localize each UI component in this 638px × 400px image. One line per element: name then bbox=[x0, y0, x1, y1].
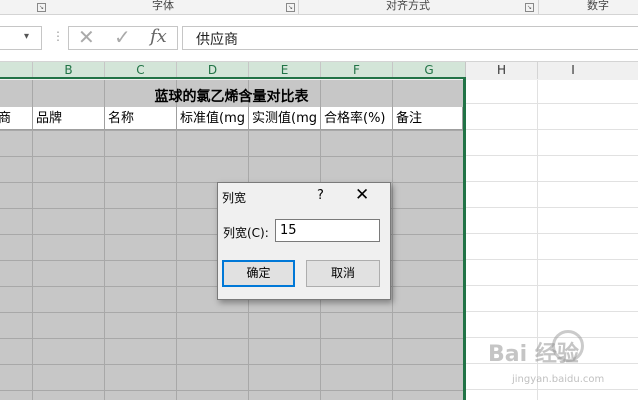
gridline-horizontal bbox=[0, 338, 463, 339]
header-cell-text: 名称 bbox=[108, 111, 135, 126]
gridline-horizontal bbox=[466, 181, 638, 182]
header-cell-supplier[interactable]: 商 bbox=[0, 107, 33, 130]
header-cell-pass-rate[interactable]: 合格率(%) bbox=[321, 107, 393, 130]
column-width-label: 列宽(C): bbox=[223, 226, 269, 240]
gridline-horizontal bbox=[466, 285, 638, 286]
header-cell-remarks[interactable]: 备注 bbox=[393, 107, 463, 130]
gridline-horizontal bbox=[466, 311, 638, 312]
gridline-horizontal bbox=[466, 103, 638, 104]
gridline-horizontal bbox=[466, 155, 638, 156]
dialog-title: 列宽 bbox=[222, 191, 247, 205]
sheet-title: 蓝球的氯乙烯含量对比表 bbox=[154, 89, 309, 105]
watermark: Bai 经验 bbox=[488, 342, 579, 367]
header-cell-text: 备注 bbox=[396, 111, 423, 126]
gridline-horizontal bbox=[466, 207, 638, 208]
gridline-horizontal bbox=[466, 259, 638, 260]
gridline-horizontal bbox=[0, 390, 463, 391]
help-icon[interactable]: ? bbox=[317, 188, 324, 203]
gridline-horizontal bbox=[466, 129, 638, 130]
header-cell-name[interactable]: 名称 bbox=[105, 107, 177, 130]
gridline-horizontal bbox=[466, 389, 638, 390]
gridline-horizontal bbox=[0, 130, 463, 131]
header-cell-text: 商 bbox=[0, 111, 11, 126]
header-cell-text: 实测值(mg bbox=[252, 111, 317, 126]
header-cell-text: 品牌 bbox=[36, 111, 63, 126]
header-cell-brand[interactable]: 品牌 bbox=[33, 107, 105, 130]
header-cell-text: 合格率(%) bbox=[324, 111, 386, 126]
gridline-horizontal bbox=[0, 364, 463, 365]
selection-border bbox=[463, 78, 466, 400]
close-icon[interactable]: ✕ bbox=[355, 185, 369, 205]
column-width-input[interactable] bbox=[275, 219, 380, 242]
ok-button[interactable]: 确定 bbox=[222, 260, 295, 287]
cancel-button[interactable]: 取消 bbox=[306, 260, 380, 287]
gridline-horizontal bbox=[466, 233, 638, 234]
gridline-horizontal bbox=[0, 156, 463, 157]
header-cell-standard[interactable]: 标准值(mg bbox=[177, 107, 249, 130]
header-cell-measured[interactable]: 实测值(mg bbox=[249, 107, 321, 130]
watermark-url: jingyan.baidu.com bbox=[512, 374, 605, 385]
header-cell-text: 标准值(mg bbox=[180, 111, 245, 126]
gridline-horizontal bbox=[0, 312, 463, 313]
